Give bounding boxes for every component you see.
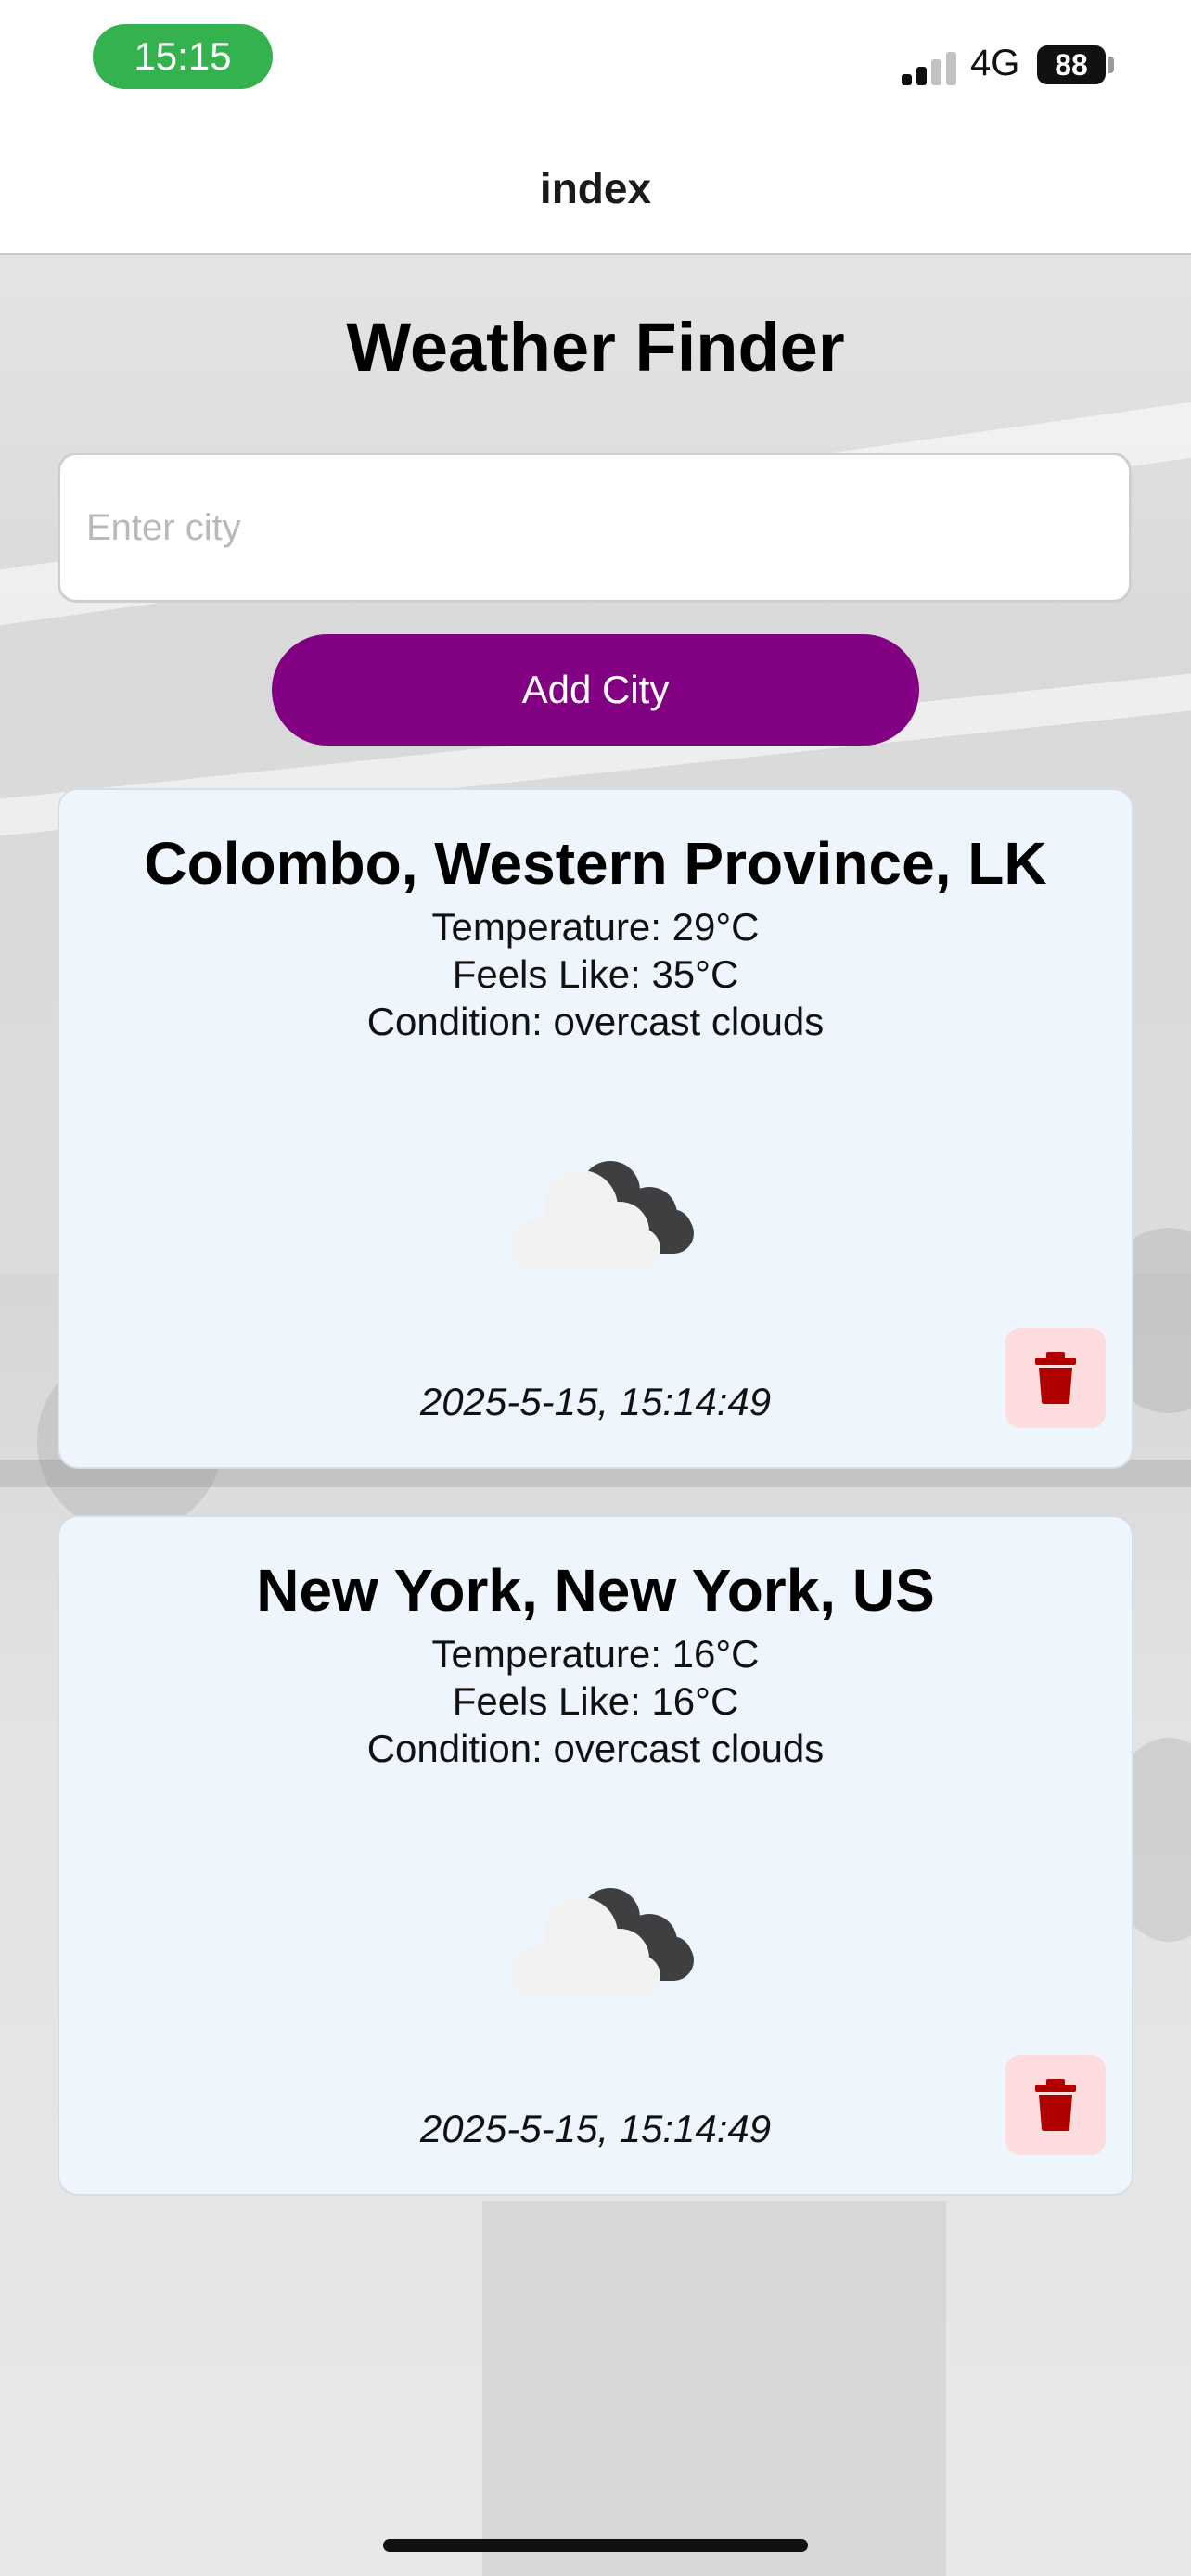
card-feels-like: Feels Like: 16°C <box>452 1679 739 1723</box>
home-indicator[interactable] <box>383 2539 808 2552</box>
navigation-header: index <box>0 130 1191 255</box>
battery-tip-icon <box>1108 57 1114 73</box>
card-temperature: Temperature: 16°C <box>431 1632 760 1676</box>
card-feels-like: Feels Like: 35°C <box>452 952 739 996</box>
battery-icon: 88 <box>1037 45 1106 84</box>
card-temperature: Temperature: 29°C <box>431 905 760 949</box>
delete-city-button[interactable] <box>1005 2055 1106 2155</box>
signal-bar <box>916 67 927 85</box>
status-time: 15:15 <box>93 24 273 89</box>
delete-city-button[interactable] <box>1005 1328 1106 1428</box>
weather-card: New York, New York, US Temperature: 16°C… <box>58 1515 1133 2196</box>
card-city-name: New York, New York, US <box>256 1557 935 1624</box>
card-timestamp: 2025-5-15, 15:14:49 <box>419 1380 772 1423</box>
signal-bar <box>946 52 956 85</box>
background-desk <box>482 2201 946 2576</box>
nav-title: index <box>539 164 652 212</box>
add-city-button[interactable]: Add City <box>272 634 919 746</box>
card-condition: Condition: overcast clouds <box>366 1000 825 1043</box>
trash-icon <box>1035 1352 1076 1404</box>
card-timestamp: 2025-5-15, 15:14:49 <box>419 2107 772 2150</box>
card-condition: Condition: overcast clouds <box>366 1727 825 1770</box>
network-type: 4G <box>970 43 1020 83</box>
weather-card: Colombo, Western Province, LK Temperatur… <box>58 788 1133 1469</box>
signal-bar <box>931 59 941 85</box>
signal-bar <box>902 74 912 85</box>
page-title: Weather Finder <box>346 309 845 386</box>
city-input[interactable] <box>58 453 1132 603</box>
app-screen: 15:15 4G 88 index Weather Finder Add Cit… <box>0 0 1191 2576</box>
cellular-signal-icon <box>902 48 957 85</box>
card-city-name: Colombo, Western Province, LK <box>144 830 1047 897</box>
overcast-clouds-icon <box>510 1888 694 1997</box>
overcast-clouds-icon <box>510 1161 694 1270</box>
status-bar: 15:15 4G 88 <box>0 0 1191 130</box>
trash-icon <box>1035 2079 1076 2131</box>
